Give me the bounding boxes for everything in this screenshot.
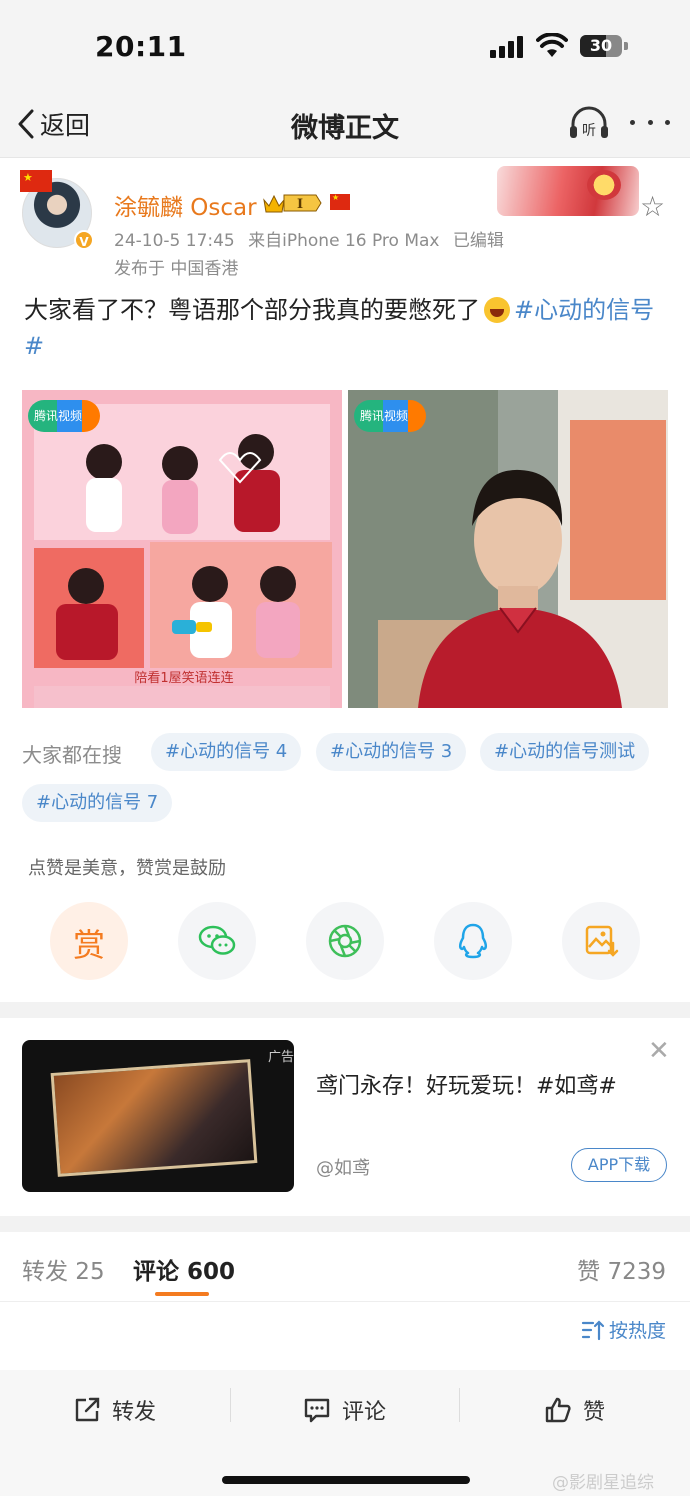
status-time: 20:11 — [95, 30, 187, 63]
avatar[interactable]: V — [20, 170, 94, 250]
save-image-icon — [585, 925, 619, 957]
bar-separator — [459, 1388, 460, 1422]
post-source: 来自iPhone 16 Pro Max — [248, 231, 440, 251]
small-flag-icon — [330, 193, 350, 210]
bar-separator — [230, 1388, 231, 1422]
section-divider — [0, 1002, 690, 1018]
sort-icon — [581, 1319, 605, 1340]
listen-button[interactable]: 听 — [568, 104, 610, 142]
trending-label: 大家都在搜 — [22, 743, 122, 767]
wifi-icon — [536, 33, 568, 57]
post-image-2[interactable]: 腾讯视频 — [348, 390, 668, 708]
comment-icon — [304, 1398, 330, 1423]
rank-badge: I — [297, 197, 303, 212]
reward-button[interactable]: 赏 — [50, 902, 128, 980]
trending-chip[interactable]: #心动的信号 7 — [22, 784, 173, 822]
share-wechat-button[interactable] — [178, 902, 256, 980]
comment-button[interactable]: 评论 — [302, 1392, 386, 1428]
post-edited: 已编辑 — [452, 231, 504, 251]
ad-author[interactable]: @如鸢 — [316, 1154, 370, 1180]
ad-image[interactable]: 广告 — [22, 1040, 294, 1192]
engagement-tabs: 转发 25 评论 600 赞 7239 — [0, 1232, 690, 1302]
repost-label: 转发 — [112, 1400, 157, 1425]
post-image-1[interactable]: 陪看1屋笑语连连 腾讯视频 — [22, 390, 342, 708]
battery-cap — [624, 42, 628, 50]
wechat-icon — [198, 925, 236, 955]
collage-caption: 陪看1屋笑语连连 — [134, 670, 233, 686]
tab-reposts[interactable]: 转发 25 — [22, 1252, 105, 1286]
qq-icon — [458, 923, 488, 959]
status-bar: 20:11 30 — [0, 0, 690, 90]
post-location: 发布于 中国香港 — [114, 259, 239, 279]
trending-chip[interactable]: #心动的信号 4 — [151, 733, 302, 771]
moments-icon — [328, 924, 362, 958]
listen-label: 听 — [582, 123, 596, 139]
share-moments-button[interactable] — [306, 902, 384, 980]
chevron-left-icon — [18, 109, 34, 139]
china-flag-icon — [20, 170, 52, 192]
more-button[interactable] — [630, 112, 670, 132]
ad-text[interactable]: 鸢门永存！好玩爱玩！#如鸢# — [316, 1068, 617, 1100]
trending-chip[interactable]: #心动的信号 3 — [316, 733, 467, 771]
sort-by-heat-button[interactable]: 按热度 — [581, 1316, 666, 1343]
more-dot-icon — [665, 119, 670, 125]
post-meta: 24-10-5 17:45 来自iPhone 16 Pro Max 已编辑 — [114, 226, 512, 251]
collage-illustration: 陪看1屋笑语连连 — [22, 390, 342, 708]
verified-icon: V — [74, 230, 94, 250]
repost-icon — [75, 1397, 100, 1422]
battery-level: 30 — [589, 36, 613, 55]
app-download-button[interactable]: APP下载 — [571, 1148, 667, 1182]
reward-hint: 点赞是美意，赞赏是鼓励 — [28, 858, 226, 879]
like-button[interactable]: 赞 — [543, 1392, 605, 1428]
post-timestamp: 24-10-5 17:45 — [114, 231, 235, 251]
post-text: 大家看了不？粤语那个部分我真的要憋死了 #心动的信号# — [24, 292, 669, 364]
nav-bar: 返回 微博正文 听 — [0, 90, 690, 158]
repost-button[interactable]: 转发 — [72, 1392, 156, 1428]
share-qq-button[interactable] — [434, 902, 512, 980]
laugh-emoji-icon — [484, 297, 510, 323]
battery-icon: 30 — [580, 35, 622, 57]
tencent-video-logo: 腾讯视频 — [354, 400, 426, 432]
more-dot-icon — [647, 119, 653, 125]
watermark: @影剧星追综 — [552, 1473, 654, 1493]
tencent-video-logo: 腾讯视频 — [28, 400, 100, 432]
ad-tag: 广告 — [268, 1050, 294, 1065]
ad-card: 广告 ✕ 鸢门永存！好玩爱玩！#如鸢# @如鸢 APP下载 — [0, 1018, 690, 1216]
trending-chip[interactable]: #心动的信号测试 — [480, 733, 650, 771]
tab-comments[interactable]: 评论 600 — [133, 1252, 235, 1286]
more-dot-icon — [630, 119, 635, 125]
section-divider — [0, 1216, 690, 1232]
close-icon[interactable]: ✕ — [648, 1036, 670, 1066]
festival-banner-decoration — [497, 166, 639, 216]
ad-artwork — [50, 1059, 258, 1177]
comment-label: 评论 — [342, 1400, 387, 1425]
portrait-illustration — [348, 390, 668, 708]
sort-label: 按热度 — [608, 1320, 666, 1342]
back-button[interactable]: 返回 — [16, 104, 90, 144]
back-label: 返回 — [40, 111, 91, 140]
signal-icon — [490, 36, 526, 58]
favorite-star-icon[interactable]: ☆ — [640, 190, 665, 223]
home-indicator[interactable] — [222, 1476, 470, 1484]
active-tab-indicator — [155, 1292, 209, 1296]
thumbs-up-icon — [545, 1397, 571, 1423]
bottom-action-bar: 转发 评论 赞 @影剧星追综 — [0, 1370, 690, 1496]
tab-likes[interactable]: 赞 7239 — [577, 1252, 666, 1286]
save-image-button[interactable] — [562, 902, 640, 980]
user-name[interactable]: 涂毓麟 Oscar — [114, 188, 257, 222]
member-crown-icon: I — [263, 194, 322, 213]
post-body: 大家看了不？粤语那个部分我真的要憋死了 — [24, 296, 480, 324]
like-label: 赞 — [583, 1400, 606, 1425]
headphones-icon: 听 — [570, 106, 608, 139]
reward-icon: 赏 — [72, 926, 105, 964]
